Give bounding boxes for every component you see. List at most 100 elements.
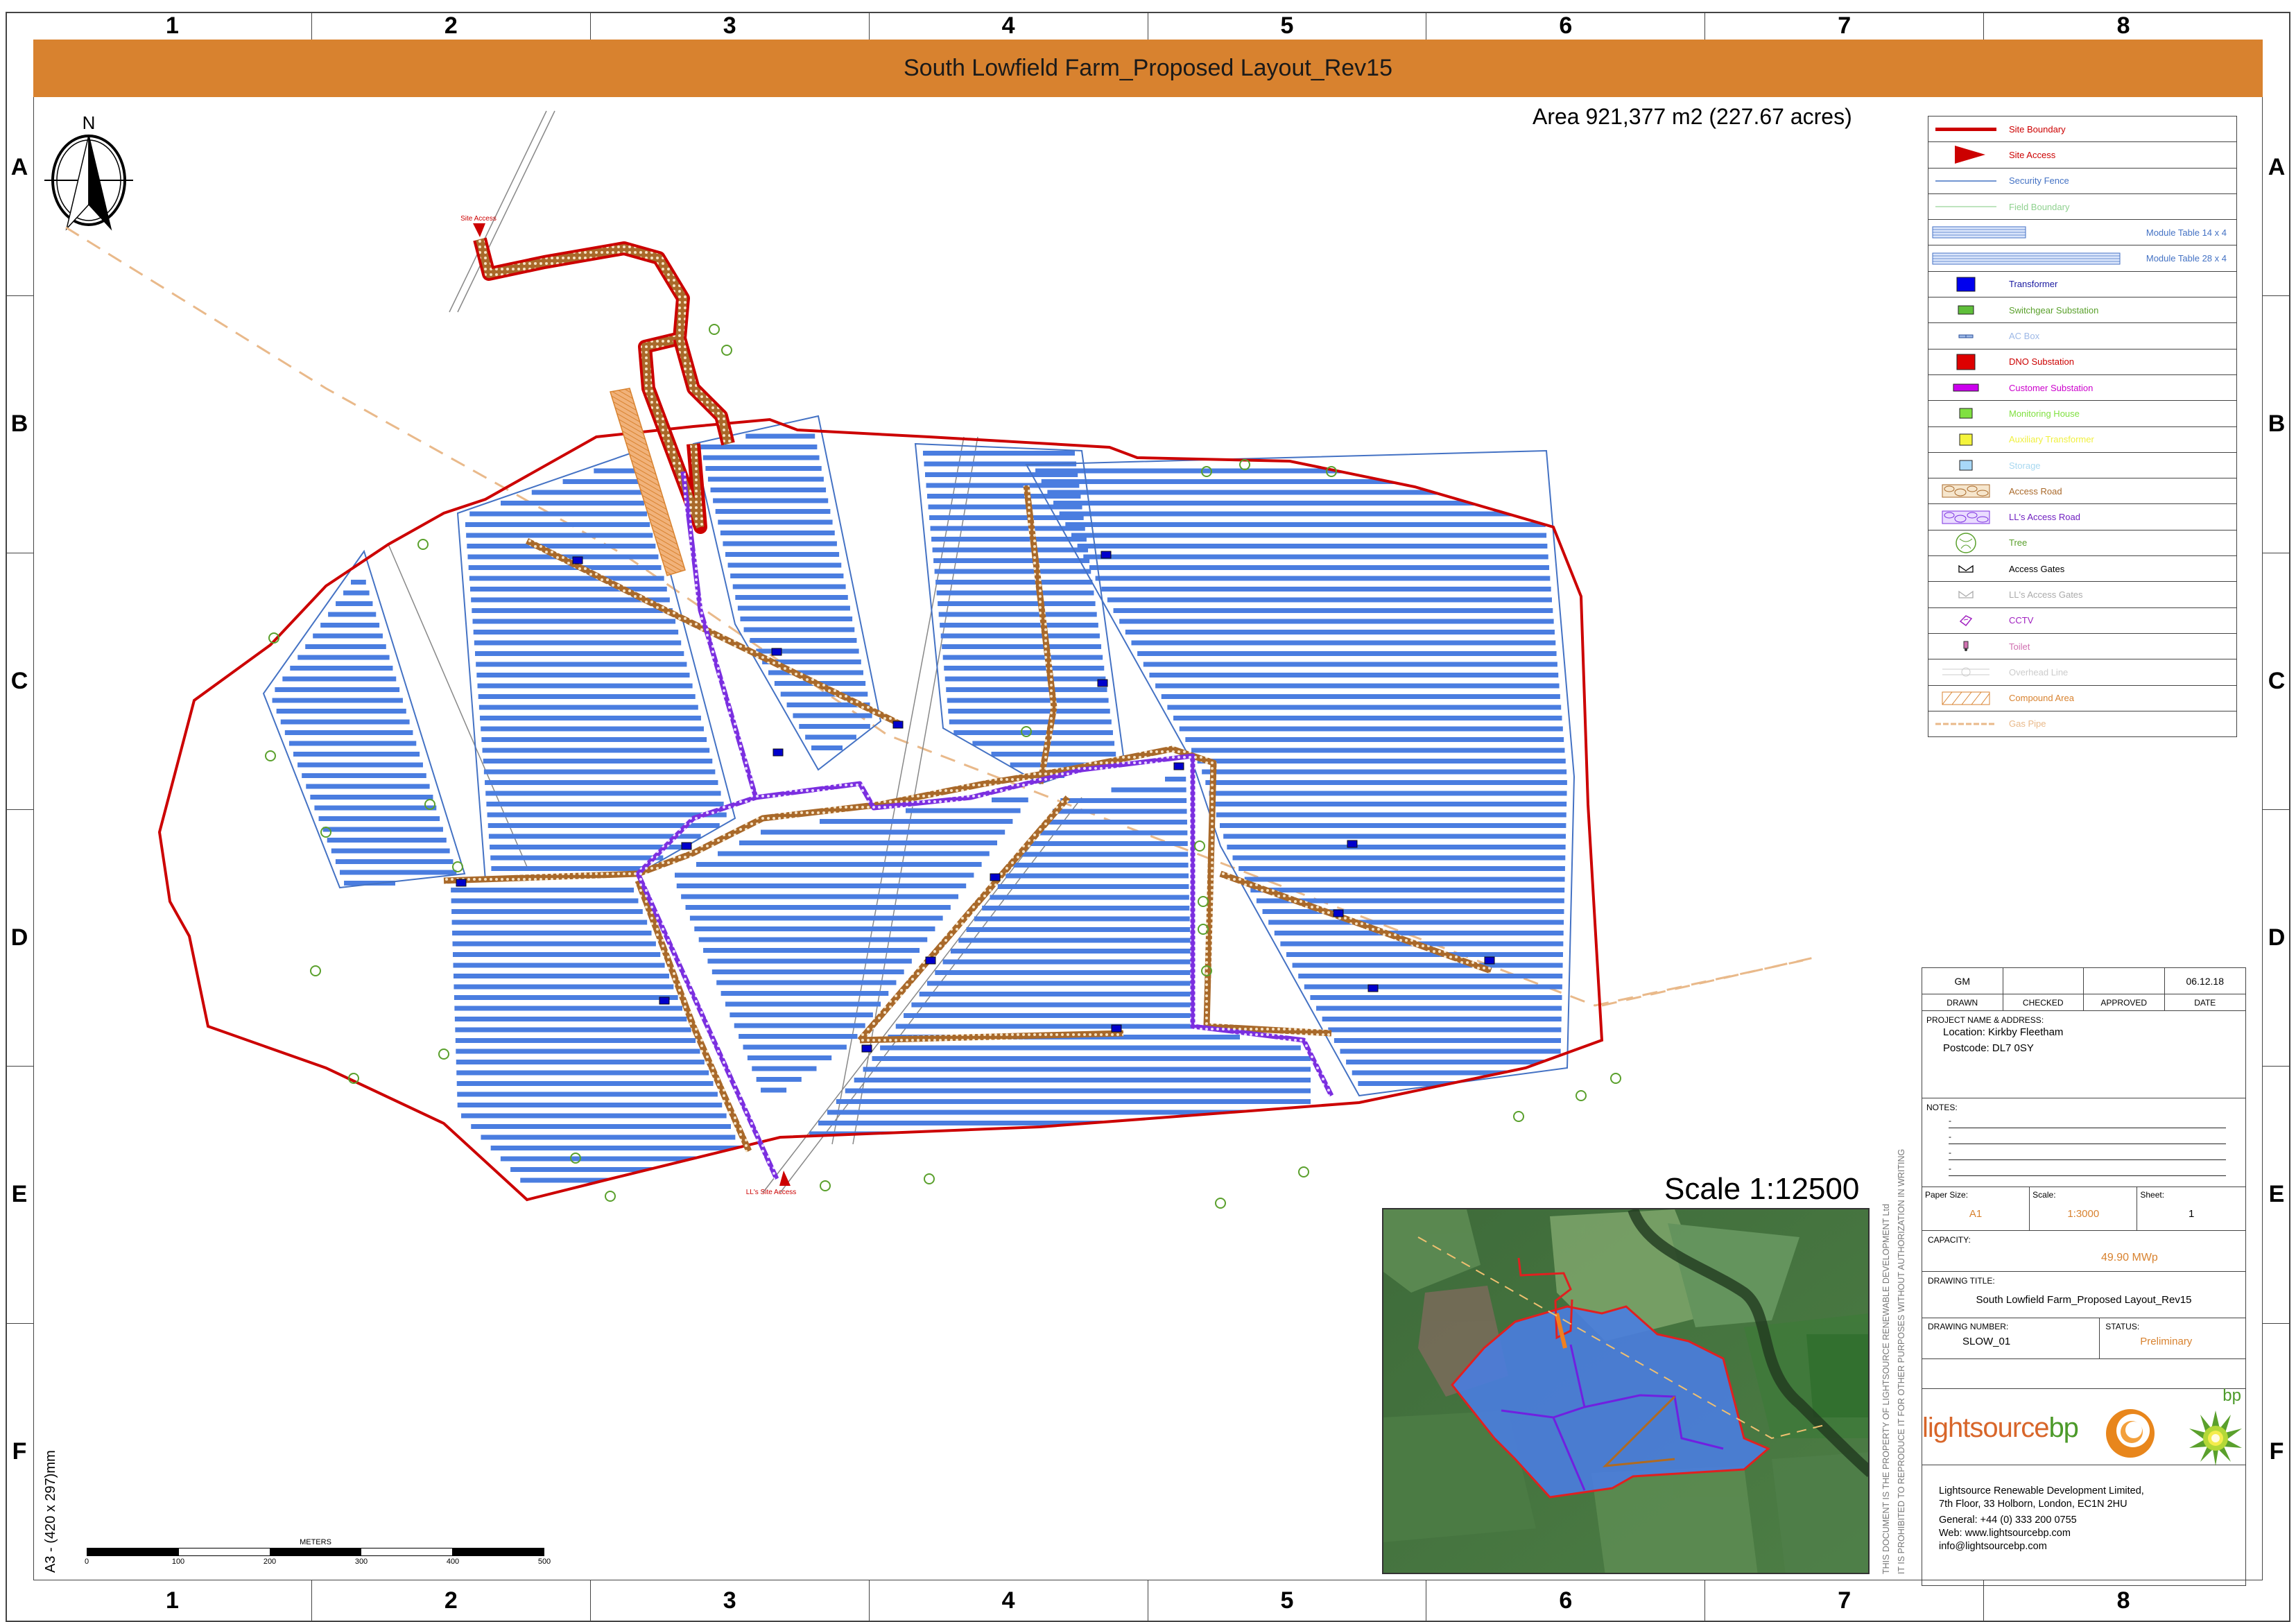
scale-bar-segment	[270, 1548, 361, 1555]
module-row	[456, 1060, 705, 1064]
aerial-inset-map	[1382, 1208, 1870, 1574]
grid-row-E: E	[6, 1067, 33, 1324]
module-row	[297, 762, 423, 768]
company-email[interactable]: info@lightsourcebp.com	[1939, 1540, 2245, 1553]
legend-label: LL's Access Gates	[2009, 589, 2083, 600]
module-row	[1223, 834, 1566, 839]
module-row	[1191, 748, 1565, 753]
grid-row-B: B	[6, 296, 33, 553]
note-line: -	[1949, 1130, 2226, 1144]
transformer-icon	[1097, 679, 1108, 687]
scale-bar-segment	[361, 1548, 453, 1555]
module-row	[470, 587, 667, 592]
access-gates-icon	[1931, 564, 2001, 573]
module-row	[705, 466, 822, 471]
grid-row-C: C	[2263, 553, 2290, 810]
legend-item-storage-square: Storage	[1928, 453, 2236, 479]
legend-item-toilet: Toilet	[1928, 634, 2236, 660]
inset-scale-label: Scale 1:12500	[1664, 1172, 1860, 1206]
compound-area-hatch-icon	[1931, 691, 2001, 706]
tree-icon	[1610, 1073, 1621, 1084]
project-location: Location: Kirkby Fleetham	[1943, 1026, 2064, 1038]
module-row	[739, 840, 997, 845]
site-boundary-line-icon	[1931, 126, 2001, 132]
legend-item-switchgear-square: Switchgear Substation	[1928, 297, 2236, 324]
module-row	[947, 698, 1109, 703]
trees	[265, 324, 1621, 1209]
module-row	[689, 915, 943, 921]
module-row	[992, 797, 1028, 802]
module-row	[780, 691, 868, 697]
module-row	[895, 1024, 1193, 1029]
module-row	[1029, 841, 1188, 846]
module-row	[475, 651, 684, 656]
module-row	[1165, 777, 1186, 782]
module-row	[1232, 855, 1566, 861]
legend-label: Field Boundary	[2009, 201, 2070, 212]
module-row	[1238, 866, 1565, 871]
module-row	[761, 1087, 787, 1093]
module-row	[476, 662, 687, 667]
project-postcode: Postcode: DL7 0SY	[1943, 1042, 2034, 1054]
legend-item-dno-square: DNO Substation	[1928, 350, 2236, 375]
module-row	[1268, 920, 1564, 925]
module-row	[454, 995, 678, 1000]
module-row	[982, 906, 1190, 911]
module-row	[863, 1067, 1311, 1072]
logo-area: lightsourcebp bp	[1922, 1386, 2245, 1466]
module-row	[302, 773, 426, 778]
module-row	[1262, 909, 1564, 914]
legend-label: Tree	[2009, 537, 2028, 549]
module-row	[481, 726, 704, 732]
legend-label: AC Box	[2009, 331, 2040, 342]
grid-column-5: 5	[1148, 1580, 1427, 1621]
legend-label: Auxiliary Transformer	[2009, 434, 2094, 445]
scale-bar-segment	[452, 1548, 544, 1555]
module-row	[328, 612, 377, 617]
storage-square-icon	[1931, 459, 2001, 472]
module-row	[452, 941, 656, 947]
module-table-28x4-icon	[1931, 252, 2124, 266]
module-row	[478, 694, 696, 699]
scale-bar-tick-label: 200	[263, 1558, 277, 1566]
module-row	[1304, 984, 1562, 990]
legend-label: Storage	[2009, 460, 2041, 471]
module-row	[531, 490, 641, 495]
scale-bar: METERS 0 100 200 300 400 500	[84, 1538, 551, 1573]
grid-column-8: 8	[2116, 1587, 2130, 1614]
module-row	[1205, 780, 1567, 785]
module-row	[938, 601, 1096, 606]
drawing-number-value: SLOW_01	[1962, 1336, 2011, 1347]
module-row	[467, 544, 656, 549]
grid-row-A: A	[6, 40, 33, 297]
grid-column-6: 6	[1426, 1580, 1706, 1621]
scale-bar-tick-label: 0	[84, 1558, 89, 1566]
module-row	[336, 601, 373, 606]
module-row	[457, 1103, 723, 1107]
grid-column-4: 4	[870, 12, 1148, 40]
tree-icon	[605, 1191, 616, 1202]
module-row	[1119, 619, 1554, 624]
grid-column-3: 3	[591, 12, 870, 40]
site-access-label: Site Access	[460, 215, 497, 223]
module-row	[1310, 995, 1562, 1000]
module-row	[1185, 737, 1564, 742]
module-row	[478, 705, 698, 710]
security-fence	[262, 415, 1576, 1097]
module-row	[1209, 791, 1567, 796]
transformer-icon	[681, 842, 692, 850]
legend-label: Monitoring House	[2009, 408, 2080, 419]
transformer-square-icon	[1931, 276, 2001, 293]
drawing-title-label: DRAWING TITLE:	[1928, 1276, 1995, 1286]
paper-size-value: A1	[1969, 1208, 1983, 1220]
company-web[interactable]: Web: www.lightsourcebp.com	[1939, 1527, 2245, 1540]
scale-bar-tick-label: 500	[537, 1558, 551, 1566]
module-row	[482, 748, 710, 753]
grid-column-6: 6	[1426, 12, 1706, 40]
module-row	[727, 562, 842, 568]
module-row	[700, 445, 818, 449]
legend-label: CCTV	[2009, 615, 2034, 626]
module-row	[469, 576, 664, 581]
module-row	[1052, 809, 1187, 814]
module-row	[456, 1049, 700, 1054]
